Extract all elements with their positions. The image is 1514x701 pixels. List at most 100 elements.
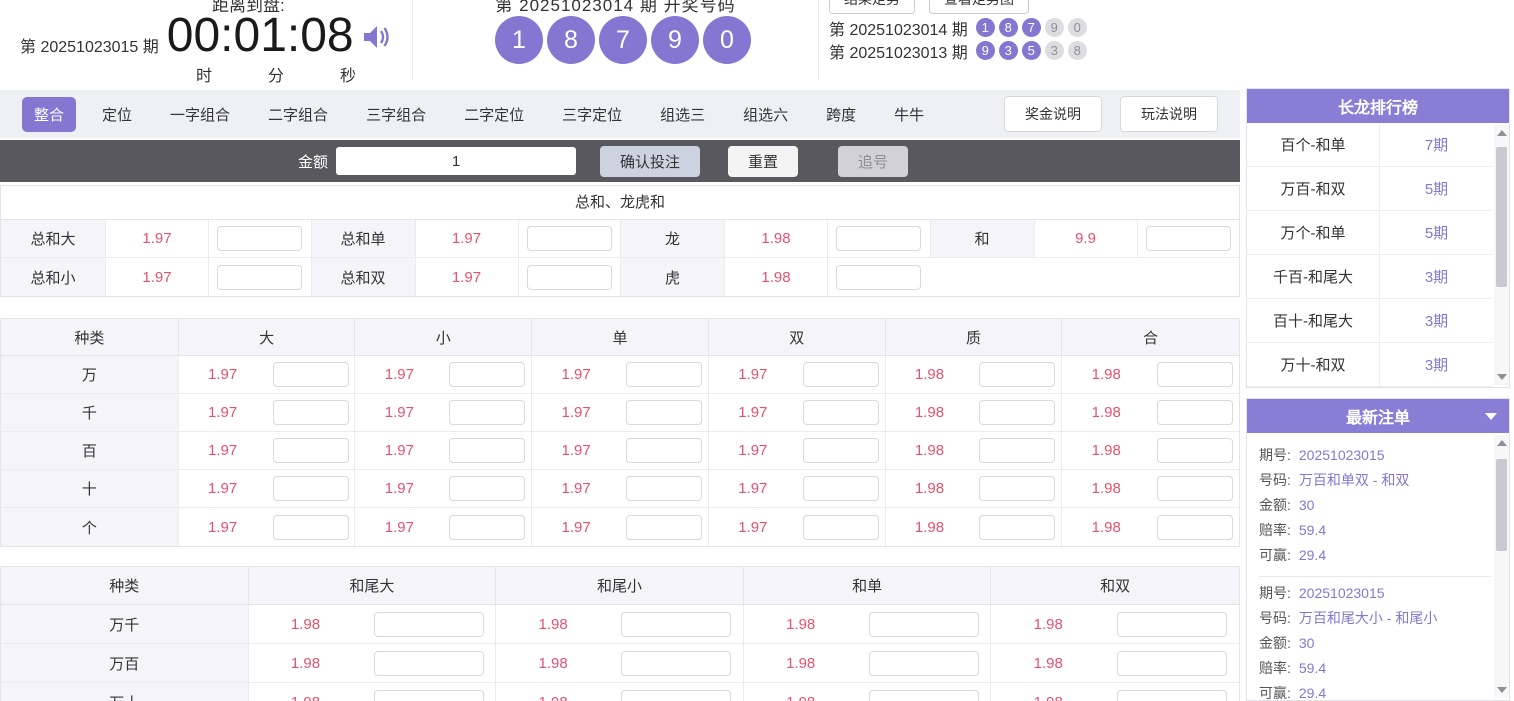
- rank-scrollbar[interactable]: [1494, 125, 1509, 385]
- bet-amount-input[interactable]: [374, 690, 484, 701]
- odds-value[interactable]: 1.98: [249, 605, 363, 643]
- bet-amount-input[interactable]: [1146, 226, 1231, 251]
- rank-row[interactable]: 万个-和单5期: [1247, 211, 1493, 255]
- bet-amount-input[interactable]: [1157, 362, 1233, 387]
- bet-amount-input[interactable]: [979, 438, 1055, 463]
- bet-amount-input[interactable]: [979, 515, 1055, 540]
- odds-value[interactable]: 1.97: [355, 356, 443, 393]
- bet-amount-input[interactable]: [621, 612, 731, 637]
- odds-value[interactable]: 1.97: [532, 356, 620, 393]
- odds-value[interactable]: 1.97: [106, 258, 209, 296]
- odds-value[interactable]: 1.97: [532, 394, 620, 431]
- odds-value[interactable]: 1.97: [179, 470, 267, 507]
- bet-amount-input[interactable]: [1157, 438, 1233, 463]
- bet-amount-input[interactable]: [869, 690, 979, 701]
- odds-value[interactable]: 1.98: [991, 683, 1105, 701]
- scroll-down-icon[interactable]: [1494, 369, 1509, 385]
- odds-value[interactable]: 1.98: [249, 644, 363, 682]
- odds-value[interactable]: 1.98: [496, 644, 610, 682]
- odds-value[interactable]: 1.98: [249, 683, 363, 701]
- bet-amount-input[interactable]: [449, 476, 525, 501]
- chase-number-button[interactable]: 追号: [838, 146, 908, 177]
- amount-input[interactable]: [336, 147, 576, 175]
- chevron-down-icon[interactable]: [1485, 413, 1497, 420]
- odds-value[interactable]: 1.98: [744, 683, 858, 701]
- bet-amount-input[interactable]: [273, 515, 349, 540]
- bet-amount-input[interactable]: [836, 265, 921, 290]
- orders-scrollbar[interactable]: [1494, 435, 1509, 698]
- bet-amount-input[interactable]: [273, 476, 349, 501]
- bet-amount-input[interactable]: [803, 362, 879, 387]
- rank-row[interactable]: 万百-和双5期: [1247, 167, 1493, 211]
- odds-value[interactable]: 1.97: [179, 432, 267, 469]
- bet-amount-input[interactable]: [217, 265, 302, 290]
- odds-value[interactable]: 1.98: [725, 220, 828, 257]
- tab-一字组合[interactable]: 一字组合: [158, 97, 242, 132]
- bet-amount-input[interactable]: [449, 400, 525, 425]
- odds-value[interactable]: 1.97: [709, 432, 797, 469]
- bet-amount-input[interactable]: [374, 612, 484, 637]
- odds-value[interactable]: 1.97: [355, 394, 443, 431]
- odds-value[interactable]: 1.97: [709, 470, 797, 507]
- odds-value[interactable]: 1.98: [1062, 508, 1150, 546]
- odds-value[interactable]: 1.98: [991, 605, 1105, 643]
- bet-amount-input[interactable]: [869, 612, 979, 637]
- odds-value[interactable]: 1.97: [709, 356, 797, 393]
- tab-二字定位[interactable]: 二字定位: [452, 97, 536, 132]
- bet-amount-input[interactable]: [979, 362, 1055, 387]
- odds-value[interactable]: 1.98: [1062, 356, 1150, 393]
- odds-value[interactable]: 1.98: [1062, 394, 1150, 431]
- odds-value[interactable]: 1.98: [744, 644, 858, 682]
- scroll-up-icon[interactable]: [1494, 435, 1509, 451]
- bet-amount-input[interactable]: [803, 476, 879, 501]
- bet-amount-input[interactable]: [374, 651, 484, 676]
- odds-value[interactable]: 1.97: [179, 356, 267, 393]
- odds-value[interactable]: 1.98: [496, 683, 610, 701]
- tab-牛牛[interactable]: 牛牛: [882, 97, 936, 132]
- bet-amount-input[interactable]: [979, 476, 1055, 501]
- odds-value[interactable]: 1.98: [496, 605, 610, 643]
- bet-amount-input[interactable]: [449, 438, 525, 463]
- odds-value[interactable]: 1.98: [886, 394, 974, 431]
- bet-amount-input[interactable]: [1157, 476, 1233, 501]
- tab-定位[interactable]: 定位: [90, 97, 144, 132]
- rank-row[interactable]: 万十-和双3期: [1247, 343, 1493, 387]
- orders-panel-header[interactable]: 最新注单: [1247, 399, 1509, 433]
- bet-amount-input[interactable]: [449, 362, 525, 387]
- tab-三字定位[interactable]: 三字定位: [550, 97, 634, 132]
- speaker-icon[interactable]: [360, 21, 392, 58]
- tab-组选六[interactable]: 组选六: [731, 97, 800, 132]
- odds-value[interactable]: 1.97: [355, 508, 443, 546]
- rank-row[interactable]: 百十-和尾大3期: [1247, 299, 1493, 343]
- bet-amount-input[interactable]: [1117, 651, 1227, 676]
- bet-amount-input[interactable]: [803, 515, 879, 540]
- odds-value[interactable]: 1.97: [709, 394, 797, 431]
- bet-amount-input[interactable]: [217, 226, 302, 251]
- odds-value[interactable]: 1.98: [744, 605, 858, 643]
- bet-amount-input[interactable]: [803, 438, 879, 463]
- odds-value[interactable]: 1.98: [886, 356, 974, 393]
- result-trend-button[interactable]: 结果走势: [829, 0, 915, 14]
- bet-amount-input[interactable]: [527, 265, 612, 290]
- odds-value[interactable]: 1.97: [416, 258, 519, 296]
- tab-整合[interactable]: 整合: [22, 97, 76, 132]
- bet-amount-input[interactable]: [626, 438, 702, 463]
- bet-amount-input[interactable]: [621, 690, 731, 701]
- rules-info-button[interactable]: 玩法说明: [1120, 96, 1218, 132]
- odds-value[interactable]: 1.98: [886, 432, 974, 469]
- odds-value[interactable]: 1.97: [179, 508, 267, 546]
- tab-组选三[interactable]: 组选三: [648, 97, 717, 132]
- bet-amount-input[interactable]: [626, 400, 702, 425]
- scroll-down-icon[interactable]: [1494, 682, 1509, 698]
- confirm-bet-button[interactable]: 确认投注: [600, 146, 700, 177]
- bet-amount-input[interactable]: [449, 515, 525, 540]
- odds-value[interactable]: 1.97: [355, 432, 443, 469]
- bet-amount-input[interactable]: [1117, 690, 1227, 701]
- odds-value[interactable]: 1.97: [532, 432, 620, 469]
- scroll-up-icon[interactable]: [1494, 125, 1509, 141]
- odds-value[interactable]: 1.98: [886, 470, 974, 507]
- bet-amount-input[interactable]: [869, 651, 979, 676]
- bet-amount-input[interactable]: [626, 362, 702, 387]
- bet-amount-input[interactable]: [1117, 612, 1227, 637]
- bet-amount-input[interactable]: [836, 226, 921, 251]
